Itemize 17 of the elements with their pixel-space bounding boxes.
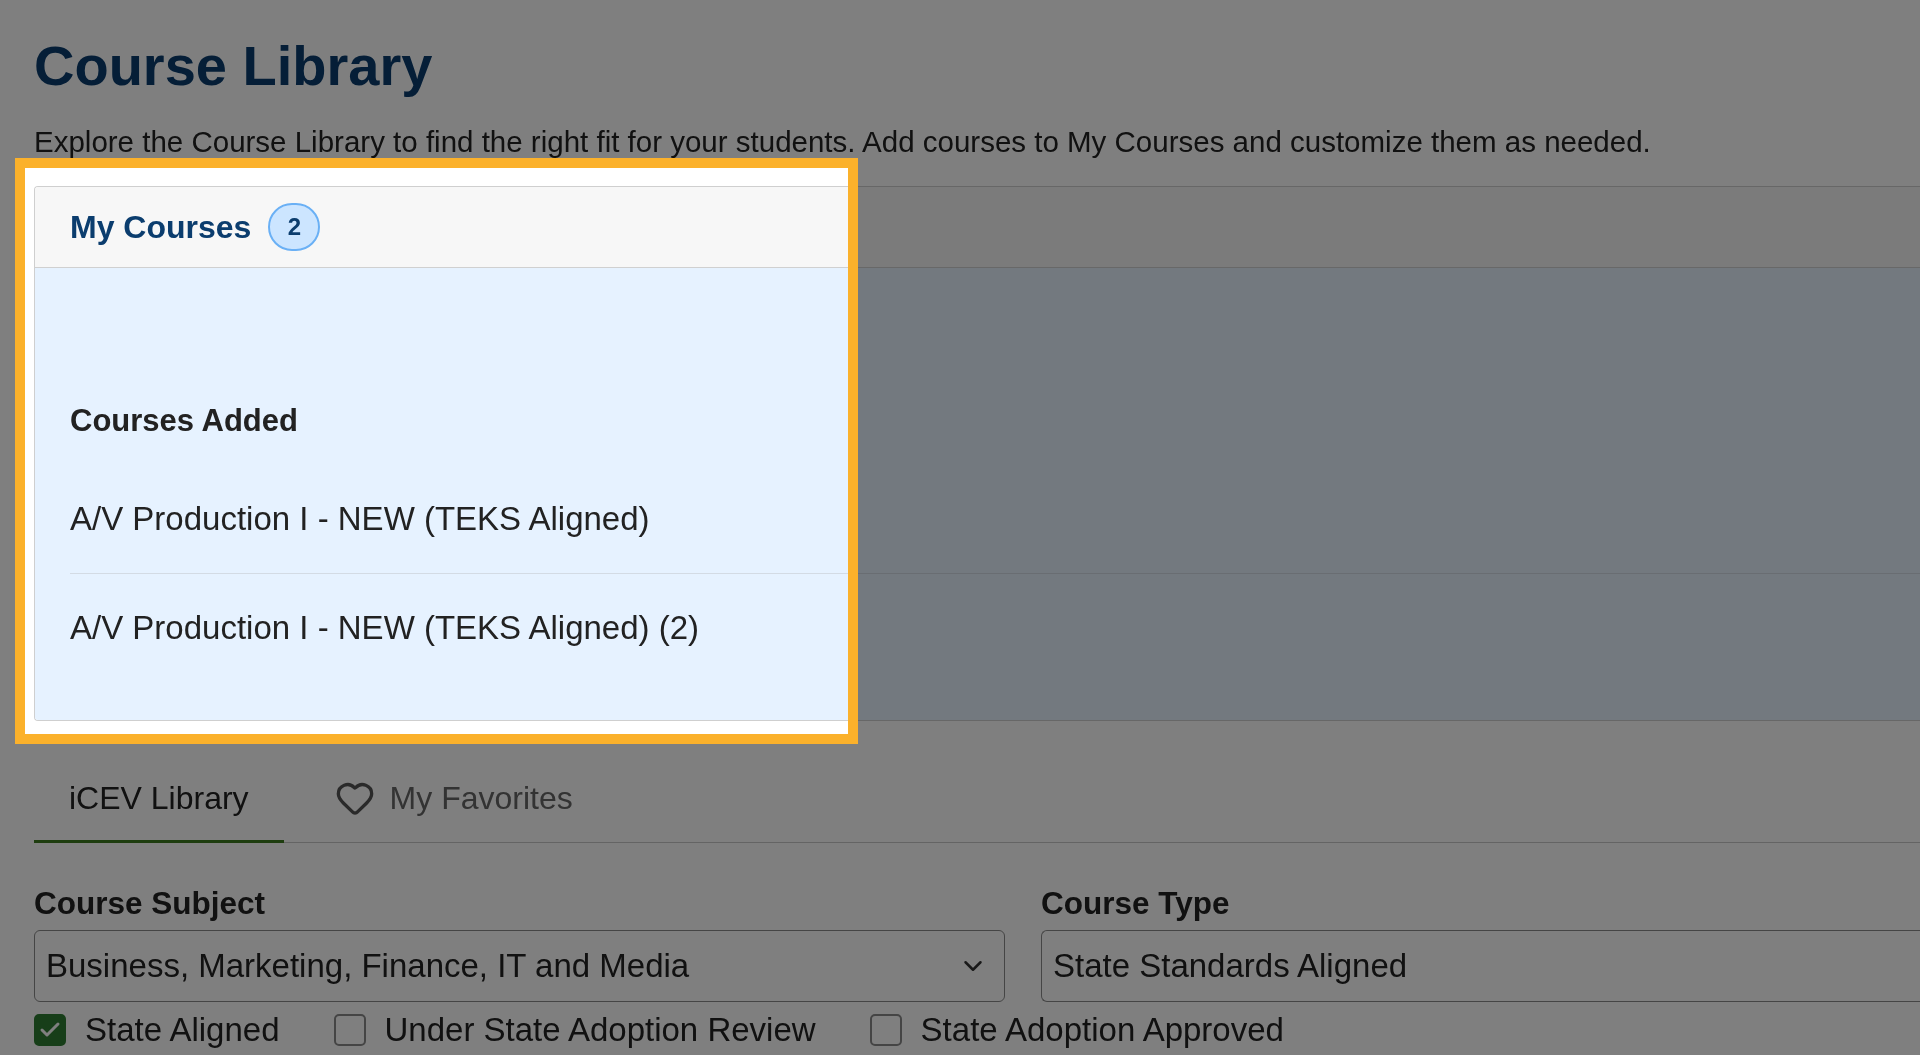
tab[interactable]: iCEV Library: [34, 759, 284, 843]
page-description: Explore the Course Library to find the right fit for your students. Add courses to My Courses and customize them as needed.: [34, 127, 1651, 157]
panel-title: My Courses: [70, 208, 252, 246]
dropdown-field[interactable]: Business, Marketing, Finance, IT and Media: [34, 930, 1005, 1002]
checkbox[interactable]: [869, 1014, 902, 1046]
field-label: Course Subject: [34, 885, 266, 921]
field-label: Course Type: [1041, 885, 1230, 921]
section-heading: Courses Added: [70, 403, 298, 439]
course-list-item[interactable]: A/V Production I - NEW (TEKS Aligned): [70, 500, 650, 537]
course-list-item[interactable]: A/V Production I - NEW (TEKS Aligned) (2): [70, 609, 700, 646]
checkbox-label: State Aligned: [85, 1011, 280, 1049]
checkbox-label: State Adoption Approved: [920, 1011, 1284, 1049]
checkbox-label: Under State Adoption Review: [384, 1011, 816, 1049]
tab[interactable]: My Favorites: [299, 759, 608, 843]
count-badge: 2: [268, 203, 321, 251]
checkbox[interactable]: [333, 1014, 366, 1046]
checkbox[interactable]: [34, 1014, 66, 1046]
